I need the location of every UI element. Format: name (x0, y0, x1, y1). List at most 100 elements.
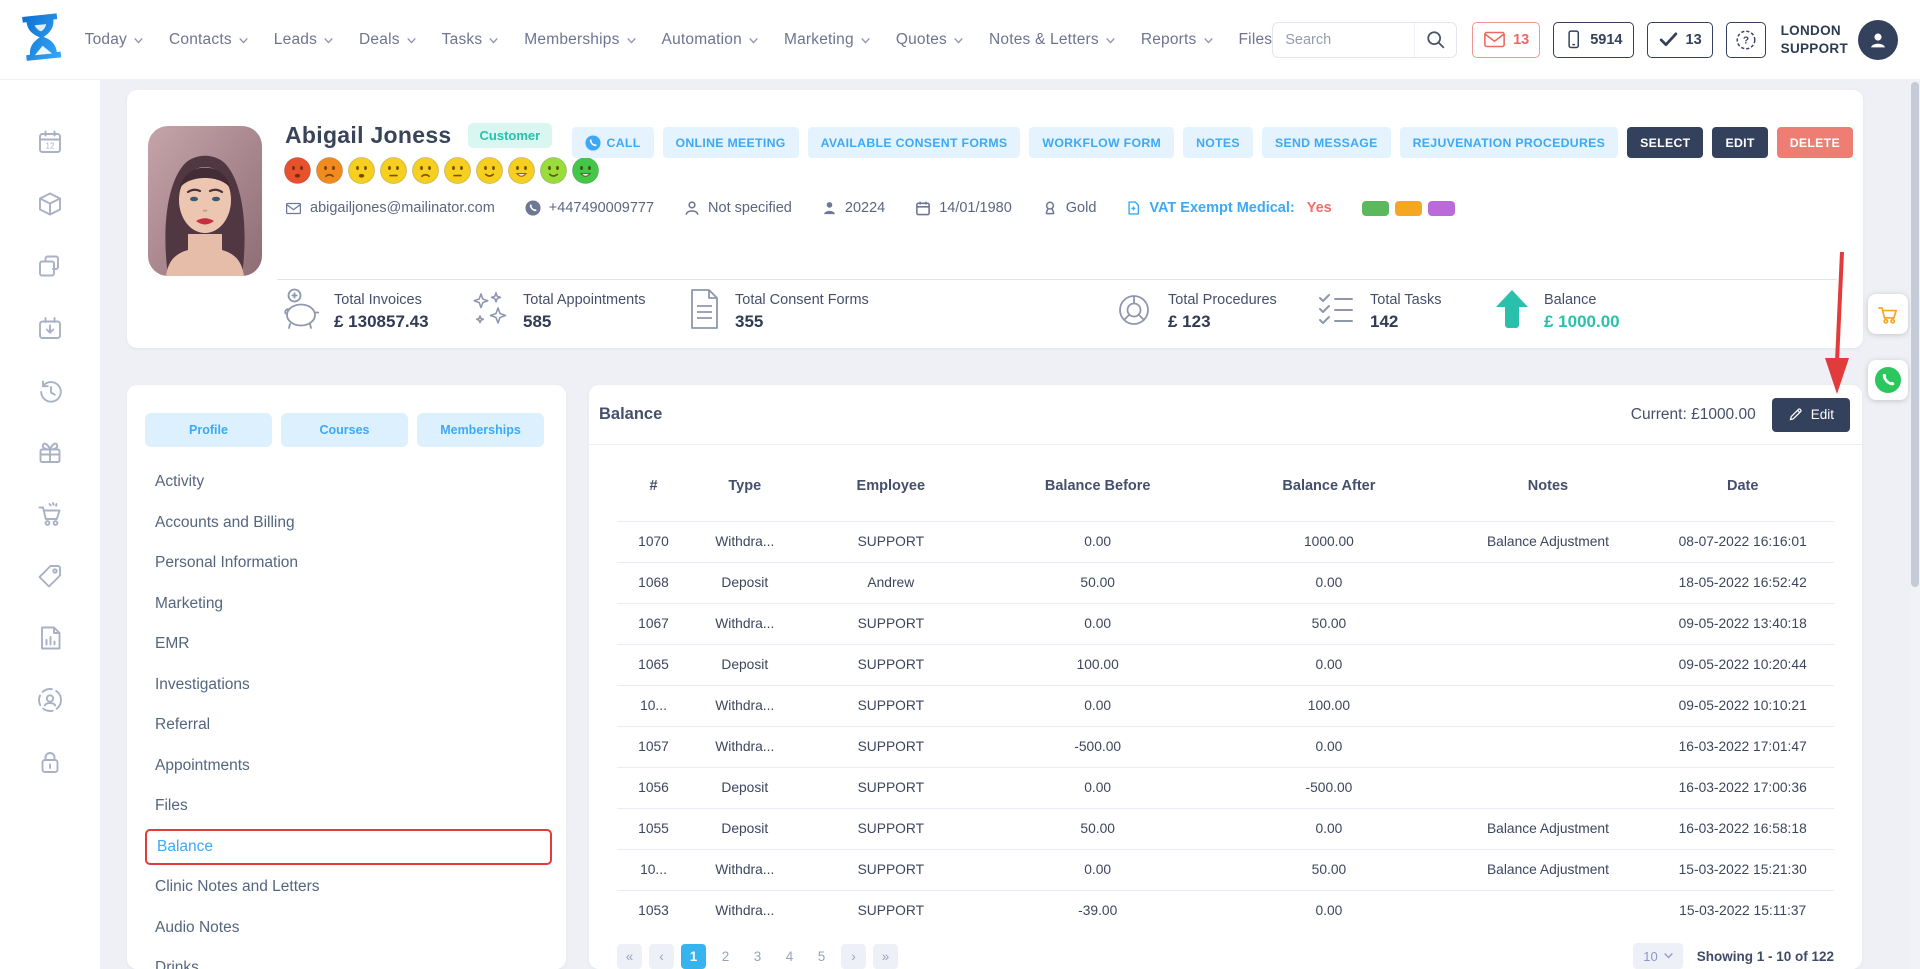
user-menu[interactable]: LONDON SUPPORT (1781, 20, 1898, 60)
menu-item-activity[interactable]: Activity (127, 462, 566, 503)
gift-icon[interactable] (36, 438, 64, 466)
mood-7-icon[interactable] (475, 156, 504, 185)
tab-courses[interactable]: Courses (281, 413, 408, 447)
page-2-button[interactable]: 2 (713, 944, 738, 969)
menu-item-appointments[interactable]: Appointments (127, 746, 566, 787)
next-page-button[interactable]: › (841, 944, 866, 969)
account-sync-icon[interactable] (36, 686, 64, 714)
mood-8-icon[interactable] (507, 156, 536, 185)
scrollbar-thumb[interactable] (1911, 82, 1919, 587)
package-icon[interactable] (36, 190, 64, 218)
price-tag-icon[interactable] (36, 562, 64, 590)
email-item[interactable]: abigailjones@mailinator.com (285, 200, 495, 216)
available-consent-forms-button[interactable]: AVAILABLE CONSENT FORMS (808, 127, 1021, 158)
search-input[interactable] (1273, 32, 1414, 48)
menu-item-files[interactable]: Files (127, 786, 566, 827)
mobile-icon (1564, 28, 1583, 51)
nav-memberships[interactable]: Memberships (524, 31, 635, 49)
floating-call-button[interactable] (1868, 360, 1908, 400)
cell: 10... (617, 849, 690, 890)
report-icon[interactable] (36, 624, 64, 652)
tasks-badge[interactable]: 13 (1647, 22, 1713, 58)
prev-page-button[interactable]: ‹ (649, 944, 674, 969)
nav-leads[interactable]: Leads (274, 31, 333, 49)
select-button[interactable]: SELECT (1627, 127, 1703, 158)
user-avatar-icon[interactable] (1858, 20, 1898, 60)
calendar-import-icon[interactable] (36, 314, 64, 342)
workflow-form-button[interactable]: WORKFLOW FORM (1029, 127, 1174, 158)
mood-5-icon[interactable] (411, 156, 440, 185)
lock-icon[interactable] (36, 748, 64, 776)
history-icon[interactable] (36, 376, 64, 404)
call-button[interactable]: CALL (572, 127, 654, 158)
scrollbar[interactable] (1910, 80, 1920, 969)
rejuvenation-procedures-button[interactable]: REJUVENATION PROCEDURES (1400, 127, 1619, 158)
cell: 50.00 (982, 562, 1213, 603)
page-3-button[interactable]: 3 (745, 944, 770, 969)
menu-item-investigations[interactable]: Investigations (127, 665, 566, 706)
app-logo[interactable] (0, 11, 85, 69)
nav-contacts[interactable]: Contacts (169, 31, 248, 49)
delete-button[interactable]: DELETE (1777, 127, 1853, 158)
profile-divider (277, 279, 1837, 280)
send-message-button[interactable]: SEND MESSAGE (1262, 127, 1391, 158)
first-page-button[interactable]: « (617, 944, 642, 969)
search-icon[interactable] (1414, 23, 1456, 57)
phone-item[interactable]: +447490009777 (525, 200, 654, 216)
menu-item-balance[interactable]: Balance (145, 829, 552, 866)
menu-item-drinks[interactable]: Drinks (127, 948, 566, 969)
nav-quotes[interactable]: Quotes (896, 31, 963, 49)
cell: Andrew (800, 562, 983, 603)
menu-item-marketing[interactable]: Marketing (127, 584, 566, 625)
last-page-button[interactable]: » (873, 944, 898, 969)
sms-badge[interactable]: 5914 (1553, 22, 1633, 58)
messages-badge[interactable]: 13 (1472, 22, 1540, 58)
mood-2-icon[interactable] (315, 156, 344, 185)
nav-files[interactable]: Files (1239, 31, 1273, 49)
search-box (1272, 22, 1457, 58)
menu-item-referral[interactable]: Referral (127, 705, 566, 746)
notes-button[interactable]: NOTES (1183, 127, 1253, 158)
page-size-select[interactable]: 10 (1633, 943, 1682, 969)
copy-icon[interactable] (36, 252, 64, 280)
cart-icon[interactable] (36, 500, 64, 528)
nav-reports[interactable]: Reports (1141, 31, 1213, 49)
dob-item: 14/01/1980 (915, 200, 1012, 216)
page-1-button[interactable]: 1 (681, 944, 706, 969)
cell: 1000.00 (1213, 521, 1444, 562)
mood-3-icon[interactable] (347, 156, 376, 185)
edit-balance-button[interactable]: Edit (1772, 398, 1850, 432)
page-4-button[interactable]: 4 (777, 944, 802, 969)
chevron-down-icon (749, 38, 758, 44)
page-5-button[interactable]: 5 (809, 944, 834, 969)
menu-item-personal-information[interactable]: Personal Information (127, 543, 566, 584)
cell: 100.00 (982, 644, 1213, 685)
mood-6-icon[interactable] (443, 156, 472, 185)
floating-cart-button[interactable] (1868, 294, 1908, 334)
mood-10-icon[interactable] (571, 156, 600, 185)
edit-button[interactable]: EDIT (1712, 127, 1767, 158)
nav-marketing[interactable]: Marketing (784, 31, 870, 49)
mood-9-icon[interactable] (539, 156, 568, 185)
calendar-icon[interactable]: 12 (36, 128, 64, 156)
stat-balance: Balance£ 1000.00 (1492, 286, 1620, 337)
nav-automation[interactable]: Automation (662, 31, 758, 49)
table-row: 1056DepositSUPPORT0.00-500.0016-03-2022 … (617, 767, 1834, 808)
nav-notes-letters[interactable]: Notes & Letters (989, 31, 1115, 49)
col-employee: Employee (800, 451, 983, 521)
customer-type-badge: Customer (468, 123, 553, 148)
nav-deals[interactable]: Deals (359, 31, 416, 49)
menu-item-audio-notes[interactable]: Audio Notes (127, 908, 566, 949)
online-meeting-button[interactable]: ONLINE MEETING (663, 127, 799, 158)
nav-tasks[interactable]: Tasks (442, 31, 499, 49)
help-button[interactable]: ? (1726, 22, 1766, 58)
mood-4-icon[interactable] (379, 156, 408, 185)
cell: 1067 (617, 603, 690, 644)
tab-memberships[interactable]: Memberships (417, 413, 544, 447)
mood-1-icon[interactable] (283, 156, 312, 185)
menu-item-accounts-and-billing[interactable]: Accounts and Billing (127, 503, 566, 544)
menu-item-emr[interactable]: EMR (127, 624, 566, 665)
tab-profile[interactable]: Profile (145, 413, 272, 447)
menu-item-clinic-notes-and-letters[interactable]: Clinic Notes and Letters (127, 867, 566, 908)
nav-today[interactable]: Today (85, 31, 143, 49)
